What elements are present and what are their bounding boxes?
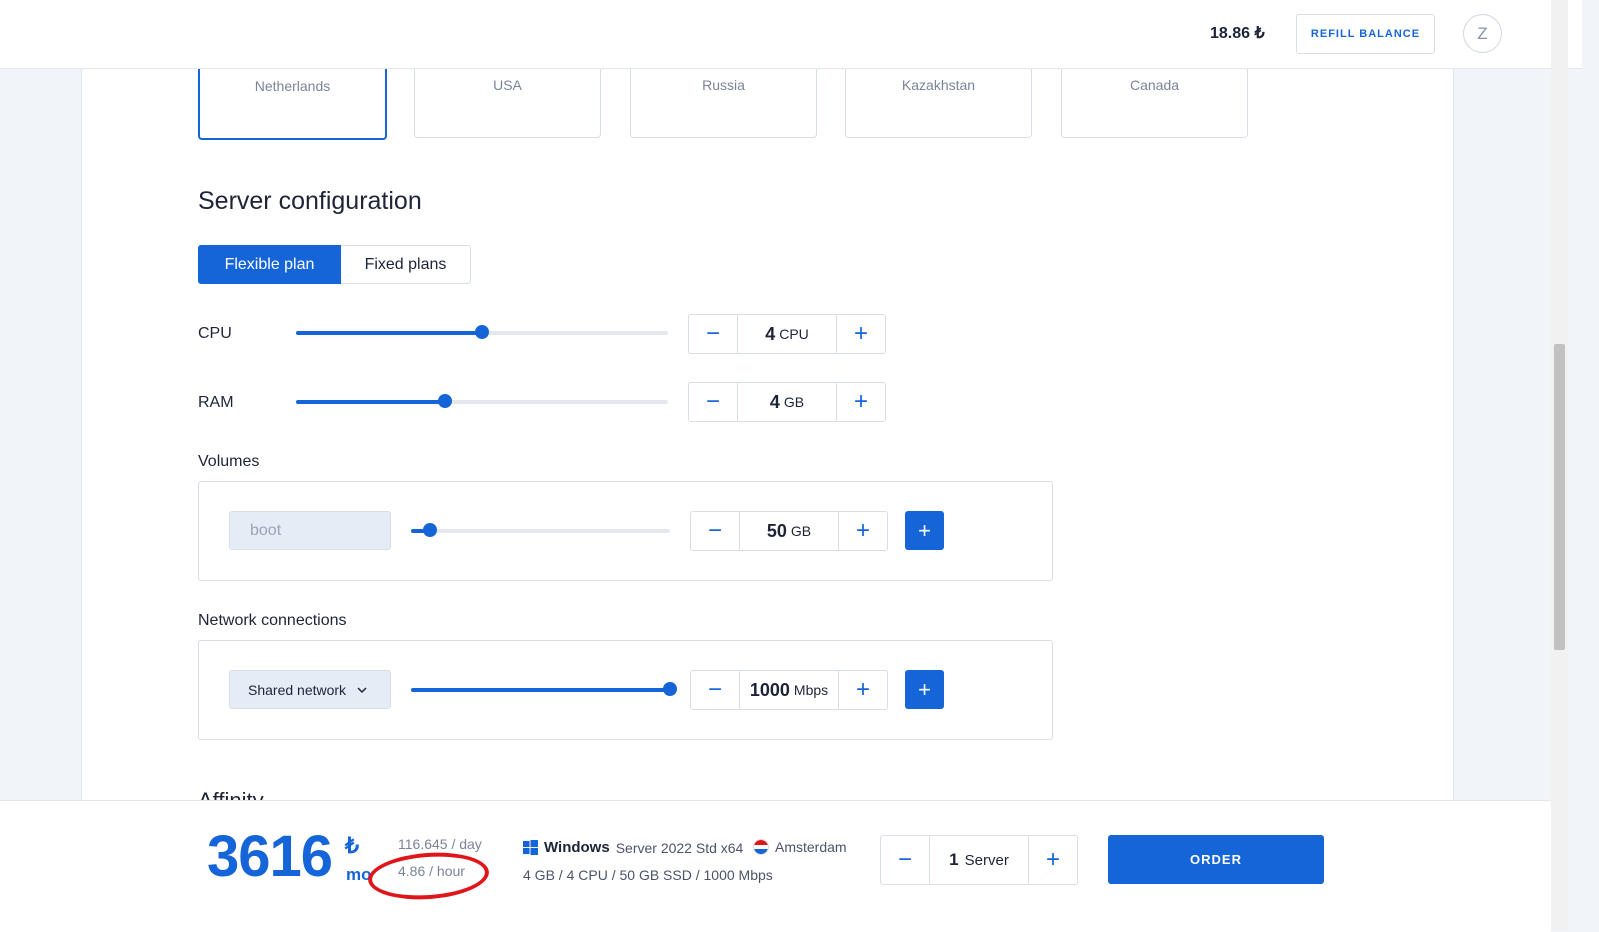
- server-decrement-button[interactable]: −: [881, 836, 929, 884]
- avatar[interactable]: Z: [1463, 14, 1502, 53]
- volumes-label: Volumes: [198, 453, 260, 470]
- network-value-field[interactable]: 1000 Mbps: [739, 671, 839, 709]
- section-title: Server configuration: [198, 187, 422, 215]
- network-increment-button[interactable]: +: [839, 671, 887, 709]
- specs-summary: 4 GB / 4 CPU / 50 GB SSD / 1000 Mbps: [523, 867, 773, 883]
- os-summary: Windows Server 2022 Std x64: [523, 839, 743, 856]
- volume-slider[interactable]: [411, 523, 670, 537]
- cpu-stepper: − 4 CPU +: [688, 314, 886, 354]
- volume-slider-handle[interactable]: [423, 523, 438, 537]
- server-increment-button[interactable]: +: [1029, 836, 1077, 884]
- ram-decrement-button[interactable]: −: [689, 383, 737, 421]
- city-name: Amsterdam: [775, 839, 847, 855]
- ram-label: RAM: [198, 394, 234, 411]
- network-value: 1000: [749, 679, 790, 700]
- balance-display: 18.86 ₺: [1210, 25, 1265, 42]
- cpu-slider[interactable]: [296, 325, 668, 339]
- server-count-field[interactable]: 1 Server: [929, 836, 1029, 884]
- location-label: Russia: [702, 77, 745, 93]
- volume-stepper: − 50 GB +: [690, 511, 888, 551]
- scrollbar-thumb[interactable]: [1554, 344, 1565, 650]
- location-label: Canada: [1129, 77, 1180, 93]
- ram-slider-fill: [296, 400, 445, 404]
- os-version: Server 2022 Std x64: [615, 839, 744, 856]
- plan-toggle: Flexible plan Fixed plans: [198, 245, 471, 284]
- cpu-value: 4: [765, 323, 776, 344]
- network-stepper: − 1000 Mbps +: [690, 670, 888, 710]
- network-label: Network connections: [198, 612, 347, 629]
- volume-increment-button[interactable]: +: [839, 512, 887, 550]
- top-bar: 18.86 ₺ REFILL BALANCE Z: [0, 0, 1582, 69]
- server-unit: Server: [964, 851, 1009, 869]
- cpu-increment-button[interactable]: +: [837, 315, 885, 353]
- ram-increment-button[interactable]: +: [837, 383, 885, 421]
- network-slider-handle[interactable]: [663, 682, 677, 696]
- ram-value-field[interactable]: 4 GB: [737, 383, 837, 421]
- order-summary-bar: 3616 ₺ mo 116.645 / day 4.86 / hour Wind…: [0, 800, 1551, 932]
- windows-logo-icon: [523, 840, 538, 855]
- network-decrement-button[interactable]: −: [691, 671, 739, 709]
- add-volume-button[interactable]: +: [905, 511, 944, 550]
- network-unit: Mbps: [793, 682, 829, 698]
- volumes-box: boot − 50 GB + +: [198, 481, 1053, 581]
- tab-flexible-plan[interactable]: Flexible plan: [198, 245, 341, 284]
- cpu-decrement-button[interactable]: −: [689, 315, 737, 353]
- network-type-select[interactable]: Shared network: [229, 670, 391, 709]
- netherlands-flag-icon: [753, 839, 769, 855]
- network-slider-fill: [411, 688, 670, 692]
- cpu-unit: CPU: [779, 326, 809, 342]
- ram-value: 4: [769, 391, 780, 412]
- cpu-slider-handle[interactable]: [475, 325, 489, 339]
- chevron-down-icon: [357, 686, 367, 693]
- network-box: Shared network − 1000 Mbps + +: [198, 640, 1053, 740]
- monthly-price: 3616: [207, 824, 333, 889]
- os-name: Windows: [544, 839, 610, 856]
- volume-value: 50: [766, 520, 787, 541]
- network-slider[interactable]: [411, 682, 677, 696]
- ram-stepper: − 4 GB +: [688, 382, 886, 422]
- volume-name-field: boot: [229, 511, 391, 550]
- network-type-value: Shared network: [248, 681, 347, 698]
- location-label: Kazakhstan: [901, 77, 976, 93]
- page-scrollbar[interactable]: [1551, 0, 1568, 931]
- server-count-stepper: − 1 Server +: [880, 835, 1078, 885]
- price-per-day: 116.645 / day: [398, 836, 482, 852]
- location-label: Netherlands: [254, 78, 331, 94]
- location-summary: Amsterdam: [753, 839, 847, 855]
- ram-slider-handle[interactable]: [437, 394, 452, 408]
- server-count: 1: [949, 850, 959, 869]
- ram-slider[interactable]: [296, 394, 668, 408]
- cpu-slider-fill: [296, 331, 482, 335]
- red-annotation-circle: [366, 848, 491, 904]
- add-network-button[interactable]: +: [905, 670, 944, 709]
- cpu-label: CPU: [198, 325, 232, 342]
- volume-value-field[interactable]: 50 GB: [739, 512, 839, 550]
- tab-fixed-plans[interactable]: Fixed plans: [341, 245, 471, 284]
- refill-balance-button[interactable]: REFILL BALANCE: [1296, 14, 1435, 54]
- volume-unit: GB: [790, 523, 812, 539]
- cpu-value-field[interactable]: 4 CPU: [737, 315, 837, 353]
- ram-unit: GB: [783, 394, 805, 410]
- order-button[interactable]: ORDER: [1108, 835, 1324, 884]
- volume-decrement-button[interactable]: −: [691, 512, 739, 550]
- currency-symbol: ₺: [345, 833, 359, 858]
- location-label: USA: [493, 77, 522, 93]
